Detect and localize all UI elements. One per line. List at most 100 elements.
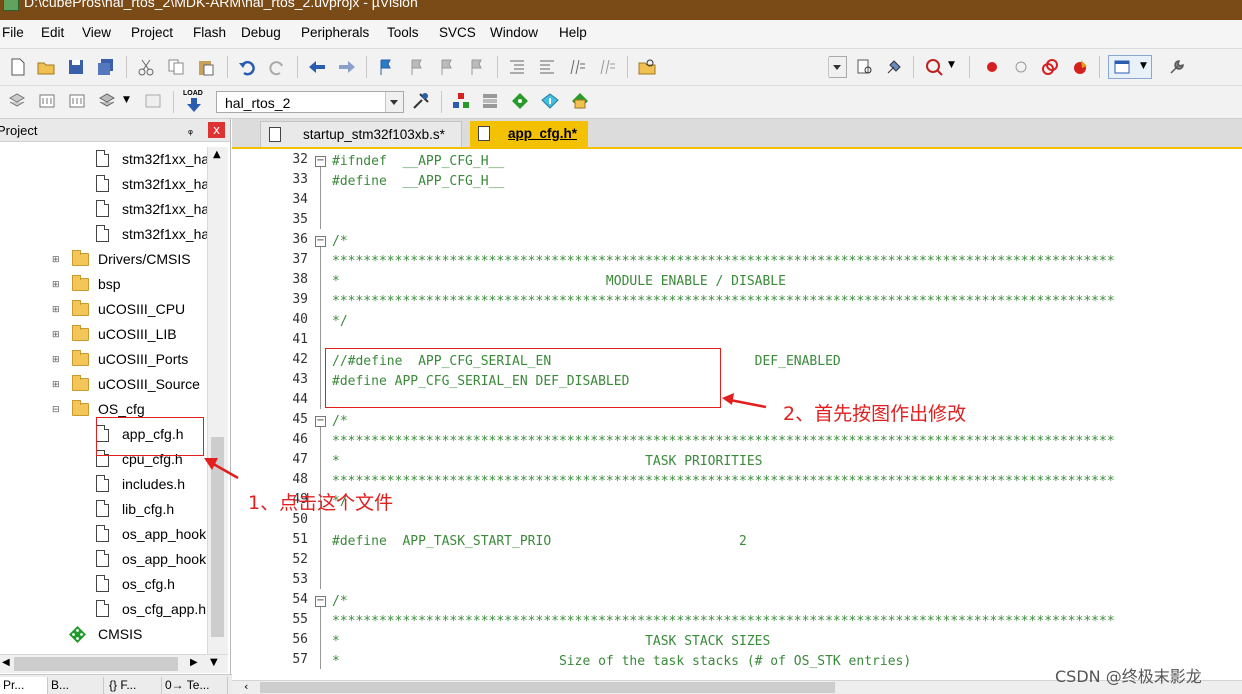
code-line[interactable]: */ [332, 312, 348, 332]
stop-build-icon[interactable] [144, 92, 162, 110]
code-line[interactable]: /* [332, 232, 348, 252]
find-icon[interactable] [856, 58, 874, 76]
tree-item[interactable]: os_app_hook [0, 522, 206, 547]
navigate-back-icon[interactable] [308, 58, 326, 76]
expand-icon[interactable]: ⊞ [52, 380, 60, 389]
tab-startup-file[interactable]: startup_stm32f103xb.s* [260, 121, 462, 147]
fold-toggle-icon[interactable]: − [315, 416, 326, 427]
code-line[interactable]: #ifndef __APP_CFG_H__ [332, 152, 504, 172]
menu-project[interactable]: Project [131, 25, 173, 40]
tree-item[interactable]: lib_cfg.h [0, 497, 206, 522]
menu-edit[interactable]: Edit [41, 25, 64, 40]
tree-item[interactable]: stm32f1xx_ha [0, 172, 209, 197]
tree-folder[interactable]: ⊞ Drivers/CMSIS [0, 247, 206, 272]
clear-bookmarks-icon[interactable] [467, 58, 485, 76]
chevron-down-icon[interactable] [385, 92, 403, 112]
code-line[interactable]: * MODULE ENABLE / DISABLE [332, 272, 786, 292]
tree-folder[interactable]: ⊞ uCOSIII_CPU [0, 297, 206, 322]
code-line[interactable]: #define __APP_CFG_H__ [332, 172, 504, 192]
scrollbar-thumb[interactable] [260, 682, 835, 693]
tab-app-cfg[interactable]: app_cfg.h* [470, 121, 588, 147]
menu-flash[interactable]: Flash [193, 25, 226, 40]
build-icon[interactable] [38, 92, 56, 110]
pack-installer-icon[interactable] [541, 92, 559, 110]
disable-all-breakpoints-icon[interactable] [1041, 58, 1059, 76]
packs-update-icon[interactable] [571, 92, 589, 110]
copy-icon[interactable] [167, 58, 185, 76]
caret-down-icon[interactable]: ▼ [123, 95, 130, 105]
caret-down-icon[interactable]: ▼ [948, 60, 955, 70]
next-bookmark-icon[interactable] [437, 58, 455, 76]
save-icon[interactable] [67, 58, 85, 76]
tree-item[interactable]: stm32f1xx_ha [0, 222, 209, 247]
tab-books[interactable]: B... [48, 677, 104, 694]
fold-toggle-icon[interactable]: − [315, 236, 326, 247]
navigate-forward-icon[interactable] [338, 58, 356, 76]
tree-item[interactable]: os_app_hook [0, 547, 206, 572]
cut-icon[interactable] [137, 58, 155, 76]
code-line[interactable]: ****************************************… [332, 252, 1115, 272]
expand-icon[interactable]: ⊞ [52, 305, 60, 314]
menu-debug[interactable]: Debug [241, 25, 281, 40]
tree-component[interactable]: CMSIS [0, 622, 206, 647]
code-line[interactable]: ****************************************… [332, 292, 1115, 312]
target-options-icon[interactable] [412, 92, 430, 110]
code-line[interactable]: #define APP_TASK_START_PRIO 2 [332, 532, 747, 552]
code-line[interactable]: ****************************************… [332, 612, 1115, 632]
close-panel-button[interactable]: x [208, 122, 225, 138]
code-line[interactable]: /* [332, 592, 348, 612]
expand-icon[interactable]: ⊞ [52, 355, 60, 364]
window-layout-button[interactable]: ▼ [1108, 55, 1152, 79]
scrollbar-thumb[interactable] [211, 437, 224, 637]
tree-folder[interactable]: ⊞ bsp [0, 272, 206, 297]
target-select[interactable]: hal_rtos_2 [216, 91, 404, 113]
code-line[interactable]: /* [332, 412, 348, 432]
tree-item[interactable]: stm32f1xx_ha [0, 197, 209, 222]
scroll-up-icon[interactable]: ▲ [213, 149, 221, 160]
tab-templates[interactable]: 0→ Te... [162, 677, 228, 694]
manage-project-items-icon[interactable] [452, 92, 470, 110]
comment-icon[interactable] [568, 58, 586, 76]
tab-project[interactable]: Pr... [0, 677, 48, 694]
code-line[interactable]: * Size of the task stacks (# of OS_STK e… [332, 652, 911, 672]
menu-window[interactable]: Window [490, 25, 538, 40]
undo-icon[interactable] [238, 58, 256, 76]
tree-item[interactable]: os_cfg.h [0, 572, 206, 597]
project-vertical-scrollbar[interactable]: ▲ [207, 147, 228, 655]
scroll-right-icon[interactable]: ▶ [190, 657, 198, 668]
scroll-left-icon[interactable]: ◀ [2, 657, 10, 668]
fold-toggle-icon[interactable]: − [315, 156, 326, 167]
bookmark-icon[interactable] [377, 58, 395, 76]
menu-peripherals[interactable]: Peripherals [301, 25, 369, 40]
expand-icon[interactable]: ⊞ [52, 255, 60, 264]
code-line[interactable]: ****************************************… [332, 432, 1115, 452]
tree-item[interactable]: includes.h [0, 472, 206, 497]
download-button[interactable]: LOAD [183, 90, 207, 114]
project-horizontal-scrollbar[interactable]: ◀ ▶ ▼ [0, 654, 228, 673]
prev-bookmark-icon[interactable] [407, 58, 425, 76]
tree-folder[interactable]: ⊞ uCOSIII_Ports [0, 347, 206, 372]
chevron-down-icon[interactable] [828, 57, 846, 77]
code-line[interactable]: ****************************************… [332, 472, 1115, 492]
tree-folder[interactable]: ⊞ uCOSIII_Source [0, 372, 206, 397]
rebuild-icon[interactable] [68, 92, 86, 110]
rte-manage-icon[interactable] [511, 92, 529, 110]
menu-view[interactable]: View [82, 25, 111, 40]
find-in-files-icon[interactable] [638, 58, 656, 76]
breakpoint-icon[interactable] [983, 58, 1001, 76]
uncomment-icon[interactable] [598, 58, 616, 76]
indent-icon[interactable] [508, 58, 526, 76]
expand-icon[interactable]: ⊞ [52, 280, 60, 289]
scroll-left-icon[interactable]: ‹ [244, 680, 248, 693]
paste-icon[interactable] [197, 58, 215, 76]
tree-item[interactable]: os_cfg_app.h [0, 597, 206, 622]
save-all-icon[interactable] [97, 58, 115, 76]
scroll-down-icon[interactable]: ▼ [210, 657, 218, 668]
incremental-find-icon[interactable] [885, 58, 903, 76]
tab-functions[interactable]: {} F... [106, 677, 162, 694]
kill-all-breakpoints-icon[interactable] [1071, 58, 1089, 76]
tree-item[interactable]: stm32f1xx_ha [0, 147, 209, 172]
breakpoint-disabled-icon[interactable] [1012, 58, 1030, 76]
menu-file[interactable]: File [2, 25, 24, 40]
unindent-icon[interactable] [538, 58, 556, 76]
